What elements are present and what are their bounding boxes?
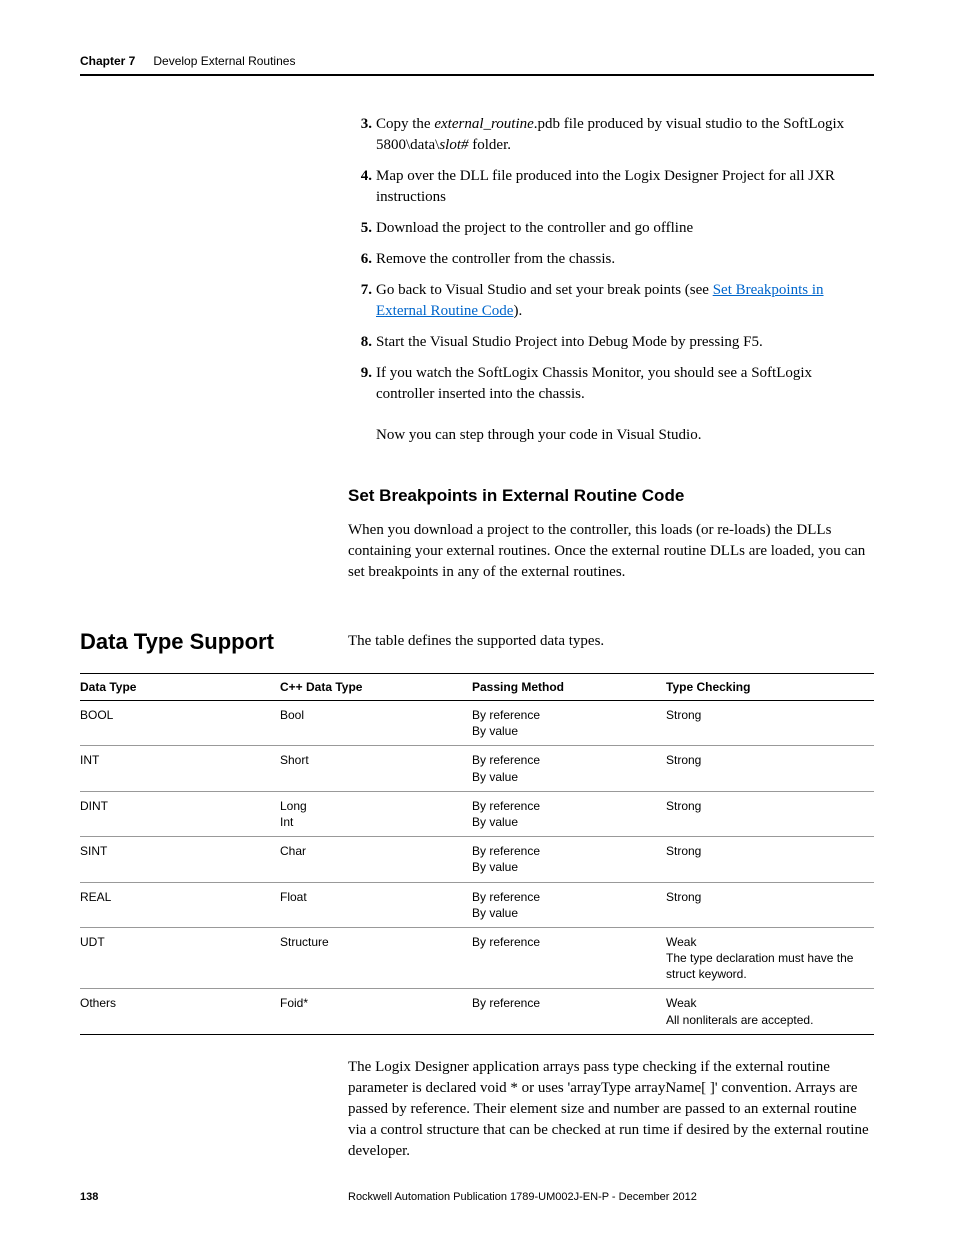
step-number: 9. [348,363,372,405]
step-item: 7. Go back to Visual Studio and set your… [348,280,874,322]
running-header: Chapter 7 Develop External Routines [80,54,874,76]
table-cell: INT [80,746,280,791]
page-footer: 138 Rockwell Automation Publication 1789… [80,1191,874,1203]
table-cell: BOOL [80,701,280,746]
step-number: 7. [348,280,372,322]
table-cell: Strong [666,701,874,746]
table-cell: By referenceBy value [472,837,666,882]
step-text: Copy the external_routine.pdb file produ… [376,114,874,156]
after-table-paragraph: The Logix Designer application arrays pa… [348,1057,874,1162]
step-item: 3. Copy the external_routine.pdb file pr… [348,114,874,156]
table-cell: LongInt [280,791,472,836]
table-cell: Others [80,989,280,1034]
col-header: Passing Method [472,674,666,701]
section-lead: The table defines the supported data typ… [348,629,604,655]
table-cell: Foid* [280,989,472,1034]
step-number: 3. [348,114,372,156]
step-item: 4. Map over the DLL file produced into t… [348,166,874,208]
table-cell: REAL [80,882,280,927]
table-cell: Strong [666,882,874,927]
publication-id: Rockwell Automation Publication 1789-UM0… [348,1191,874,1203]
table-cell: Structure [280,927,472,989]
table-cell: Strong [666,837,874,882]
step-text: Start the Visual Studio Project into Deb… [376,332,874,353]
chapter-title: Develop External Routines [153,54,295,68]
subsection-heading: Set Breakpoints in External Routine Code [348,486,874,506]
table-cell: By referenceBy value [472,791,666,836]
step-item: 8. Start the Visual Studio Project into … [348,332,874,353]
table-cell: Bool [280,701,472,746]
col-header: C++ Data Type [280,674,472,701]
step-text: Remove the controller from the chassis. [376,249,874,270]
table-cell: By referenceBy value [472,882,666,927]
step-number: 8. [348,332,372,353]
table-cell: Char [280,837,472,882]
table-cell: DINT [80,791,280,836]
table-cell: Strong [666,746,874,791]
step-item: 9. If you watch the SoftLogix Chassis Mo… [348,363,874,405]
table-cell: WeakThe type declaration must have the s… [666,927,874,989]
table-cell: By referenceBy value [472,746,666,791]
step-list: 3. Copy the external_routine.pdb file pr… [348,114,874,405]
table-cell: WeakAll nonliterals are accepted. [666,989,874,1034]
col-header: Type Checking [666,674,874,701]
table-row: UDTStructureBy referenceWeakThe type dec… [80,927,874,989]
step-number: 4. [348,166,372,208]
table-cell: Short [280,746,472,791]
table-row: DINTLongIntBy referenceBy valueStrong [80,791,874,836]
table-row: BOOLBoolBy referenceBy valueStrong [80,701,874,746]
step-number: 6. [348,249,372,270]
step-conclusion: Now you can step through your code in Vi… [376,425,874,446]
data-type-table: Data Type C++ Data Type Passing Method T… [80,673,874,1035]
table-row: INTShortBy referenceBy valueStrong [80,746,874,791]
table-cell: By reference [472,989,666,1034]
table-cell: SINT [80,837,280,882]
step-text: Go back to Visual Studio and set your br… [376,280,874,322]
chapter-label: Chapter 7 [80,54,135,68]
table-row: OthersFoid*By referenceWeakAll nonlitera… [80,989,874,1034]
step-text: Download the project to the controller a… [376,218,874,239]
table-row: SINTCharBy referenceBy valueStrong [80,837,874,882]
table-cell: By reference [472,927,666,989]
table-cell: Strong [666,791,874,836]
step-text: Map over the DLL file produced into the … [376,166,874,208]
table-cell: UDT [80,927,280,989]
table-header-row: Data Type C++ Data Type Passing Method T… [80,674,874,701]
table-row: REALFloatBy referenceBy valueStrong [80,882,874,927]
col-header: Data Type [80,674,280,701]
step-number: 5. [348,218,372,239]
page-number: 138 [80,1191,348,1203]
subsection-body: When you download a project to the contr… [348,520,874,583]
step-text: If you watch the SoftLogix Chassis Monit… [376,363,874,405]
table-cell: By referenceBy value [472,701,666,746]
table-cell: Float [280,882,472,927]
step-item: 6. Remove the controller from the chassi… [348,249,874,270]
step-item: 5. Download the project to the controlle… [348,218,874,239]
section-heading: Data Type Support [80,629,348,655]
